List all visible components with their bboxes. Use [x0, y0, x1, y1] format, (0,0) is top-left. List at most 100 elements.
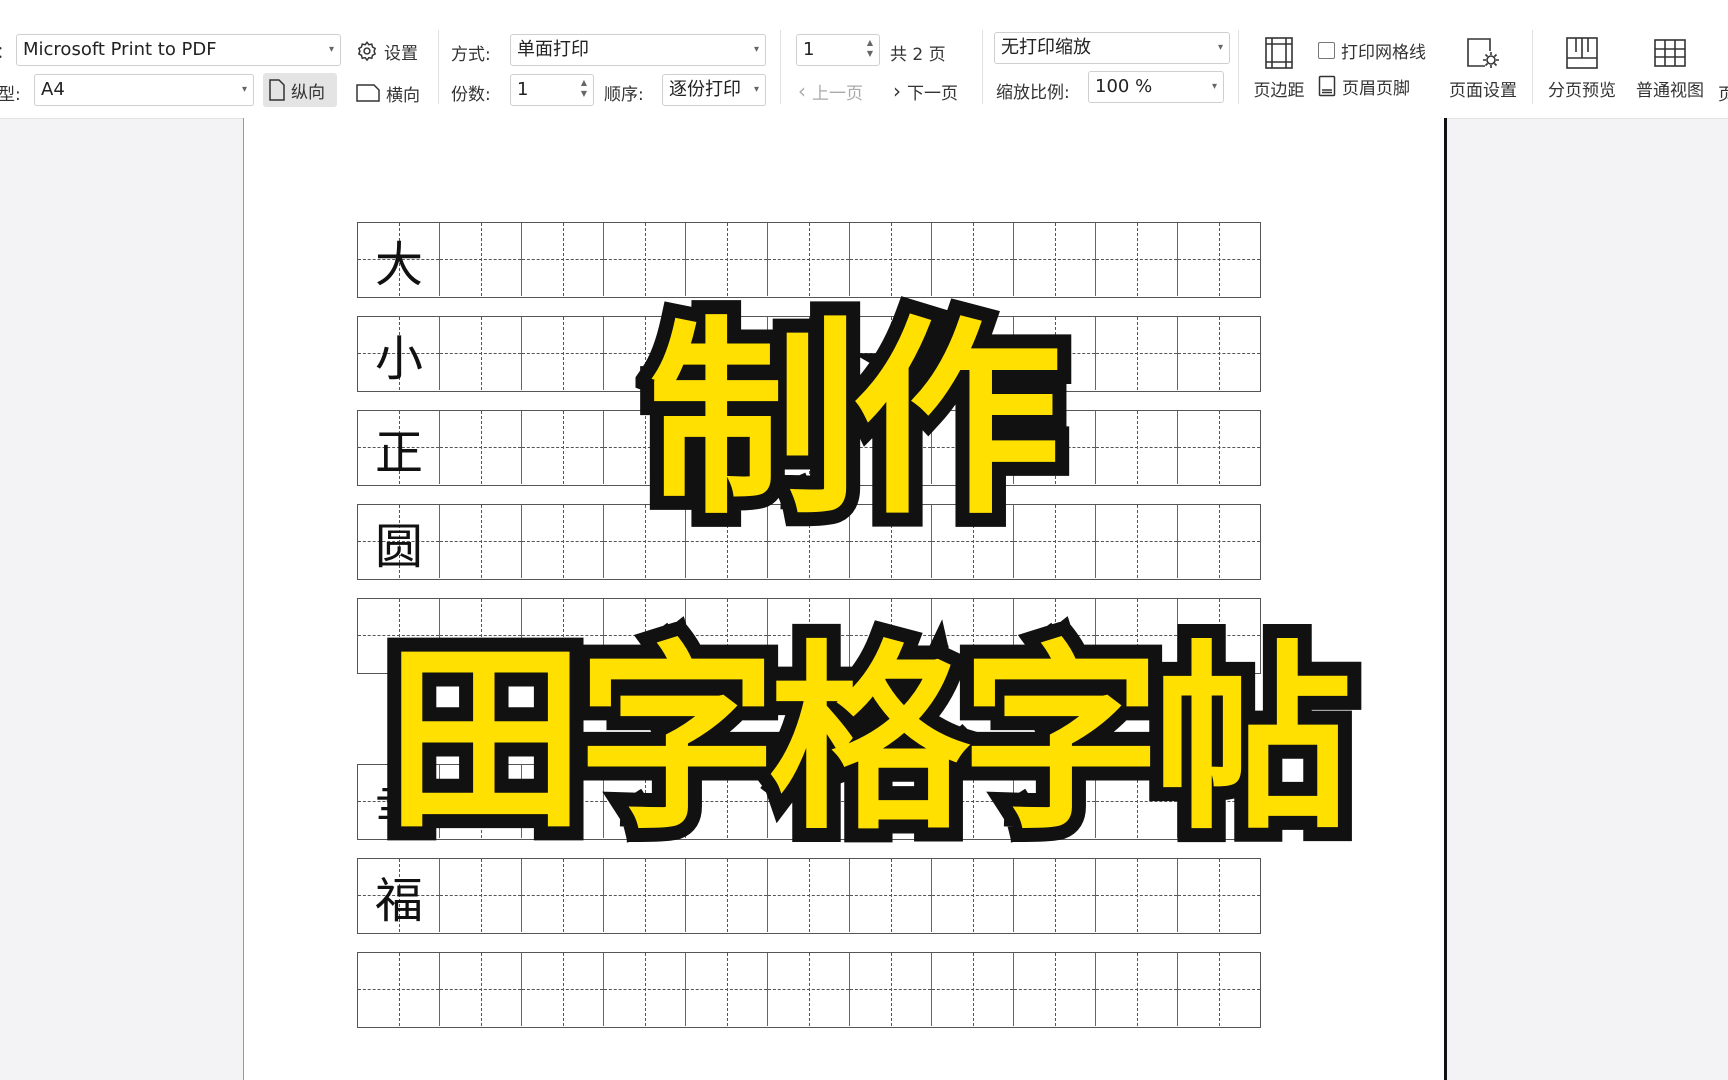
- stepper-icon[interactable]: ▲ ▼: [581, 77, 587, 99]
- grid-cell: [440, 411, 522, 484]
- landscape-button[interactable]: 横向: [356, 78, 420, 108]
- cell-guide-horizontal: [768, 989, 849, 990]
- margins-button[interactable]: 页边距: [1248, 36, 1310, 101]
- header-footer-button[interactable]: 页眉页脚: [1318, 72, 1410, 100]
- grid-cell: [1096, 953, 1178, 1026]
- print-mode-label: 方式:: [451, 45, 491, 65]
- page-break-preview-button[interactable]: 分页预览: [1540, 36, 1624, 101]
- page-break-preview-icon: [1566, 37, 1598, 69]
- print-gridlines-label: 打印网格线: [1341, 42, 1426, 63]
- gear-icon: [357, 41, 377, 62]
- cell-guide-horizontal: [850, 895, 931, 896]
- grid-row: 福: [357, 858, 1261, 934]
- cell-guide-horizontal: [440, 353, 521, 354]
- cell-guide-horizontal: [522, 447, 603, 448]
- grid-cell: [1096, 411, 1178, 484]
- print-order-select[interactable]: 逐份打印 ▾: [662, 74, 766, 106]
- chevron-left-icon: ‹: [798, 79, 806, 103]
- portrait-button[interactable]: 纵向: [263, 73, 337, 107]
- cell-guide-horizontal: [1014, 895, 1095, 896]
- cell-guide-horizontal: [522, 353, 603, 354]
- grid-cell: [1178, 317, 1260, 390]
- printer-select[interactable]: Microsoft Print to PDF ▾: [16, 34, 341, 66]
- cell-guide-horizontal: [522, 541, 603, 542]
- cell-guide-horizontal: [1178, 353, 1260, 354]
- page-setup-button[interactable]: 页面设置: [1440, 36, 1526, 101]
- print-gridlines-checkbox[interactable]: 打印网格线: [1318, 36, 1426, 64]
- portrait-page-icon: [269, 79, 285, 101]
- chevron-down-icon: ▾: [753, 44, 759, 55]
- cell-guide-horizontal: [440, 259, 521, 260]
- overlay-title-line1: 制作: [634, 284, 1076, 557]
- normal-view-button[interactable]: 普通视图: [1628, 36, 1712, 101]
- cell-guide-horizontal: [1096, 541, 1177, 542]
- scale-ratio-select[interactable]: 100 % ▾: [1088, 71, 1224, 103]
- printer-label: ：: [0, 38, 13, 63]
- header-footer-label: 页眉页脚: [1342, 78, 1410, 99]
- scaling-select[interactable]: 无打印缩放 ▾: [994, 32, 1230, 64]
- grid-cell: [1178, 223, 1260, 296]
- cell-guide-horizontal: [932, 895, 1013, 896]
- stepper-icon[interactable]: ▲ ▼: [867, 37, 873, 59]
- prev-page-button[interactable]: ‹ 上一页: [798, 76, 863, 106]
- chevron-right-icon: ›: [893, 79, 901, 103]
- grid-cell: [440, 859, 522, 932]
- grid-cell: [768, 859, 850, 932]
- copies-label: 份数:: [451, 85, 491, 105]
- print-mode-value: 单面打印: [517, 39, 589, 60]
- cell-guide-horizontal: [768, 895, 849, 896]
- toolbar-divider: [780, 30, 781, 104]
- page-number-input[interactable]: 1 ▲ ▼: [796, 34, 880, 66]
- grid-cell: 大: [358, 223, 440, 296]
- model-character: 大: [374, 236, 423, 293]
- settings-label: 设置: [384, 43, 418, 64]
- cell-guide-horizontal: [522, 259, 603, 260]
- portrait-label: 纵向: [291, 82, 325, 103]
- grid-row: [357, 952, 1261, 1028]
- overlay-title-line2: 田字格字帖: [371, 610, 1367, 871]
- grid-cell: [686, 859, 768, 932]
- copies-input[interactable]: 1 ▲ ▼: [510, 74, 594, 106]
- grid-cell: [1014, 953, 1096, 1026]
- model-character: [358, 953, 440, 1026]
- grid-cell: [1096, 505, 1178, 578]
- grid-cell: [932, 859, 1014, 932]
- scaling-value: 无打印缩放: [1001, 37, 1091, 58]
- grid-cell: [1178, 859, 1260, 932]
- paper-size-select[interactable]: A4 ▾: [34, 74, 254, 106]
- grid-cell: [1178, 505, 1260, 578]
- landscape-label: 横向: [386, 85, 420, 106]
- grid-cell: 圆: [358, 505, 440, 578]
- cut-off-toolbar-label: 页: [1718, 85, 1728, 105]
- cell-guide-horizontal: [1178, 895, 1260, 896]
- grid-cell: [440, 317, 522, 390]
- grid-cell: [522, 953, 604, 1026]
- cell-guide-horizontal: [1096, 353, 1177, 354]
- cell-guide-horizontal: [522, 989, 603, 990]
- cell-guide-horizontal: [850, 989, 931, 990]
- page-number-value: 1: [803, 39, 815, 60]
- page-setup-icon: [1467, 38, 1499, 68]
- page-setup-label: 页面设置: [1449, 81, 1517, 101]
- grid-cell: [440, 223, 522, 296]
- grid-cell: [932, 953, 1014, 1026]
- grid-cell: 小: [358, 317, 440, 390]
- grid-view-icon: [1654, 39, 1686, 67]
- normal-view-label: 普通视图: [1636, 81, 1704, 101]
- cell-guide-horizontal: [604, 895, 685, 896]
- next-page-button[interactable]: › 下一页: [893, 76, 958, 106]
- toolbar-divider: [982, 30, 983, 104]
- cell-guide-horizontal: [440, 447, 521, 448]
- settings-button[interactable]: 设置: [356, 36, 418, 66]
- grid-cell: [522, 411, 604, 484]
- chevron-down-icon: ▾: [328, 44, 334, 55]
- margins-label: 页边距: [1253, 81, 1305, 101]
- print-mode-select[interactable]: 单面打印 ▾: [510, 34, 766, 66]
- cell-guide-horizontal: [1096, 989, 1177, 990]
- grid-cell: 福: [358, 859, 440, 932]
- grid-cell: [1096, 859, 1178, 932]
- model-character: 正: [374, 424, 423, 481]
- copies-value: 1: [517, 79, 529, 100]
- grid-cell: [768, 953, 850, 1026]
- model-character: 圆: [374, 518, 423, 575]
